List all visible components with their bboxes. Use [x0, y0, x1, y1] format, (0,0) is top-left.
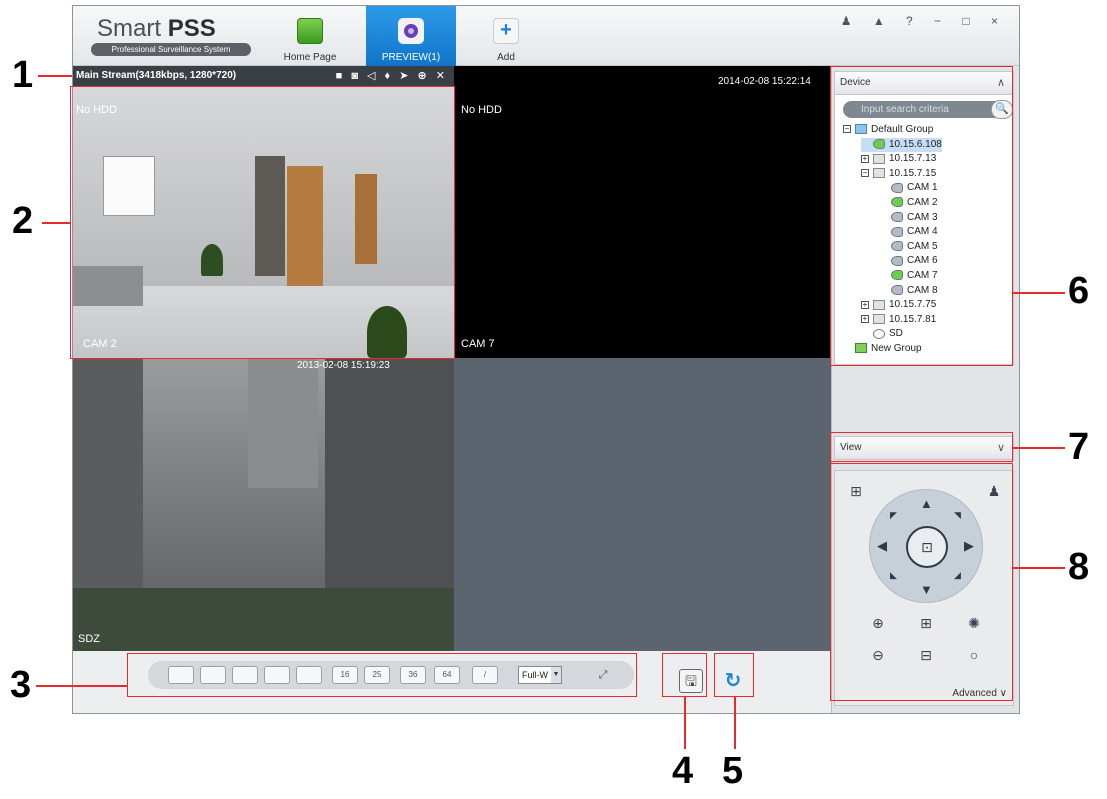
title-bar: Smart PSS Professional Surveillance Syst…: [73, 6, 1019, 66]
cell-status-text: No HDD: [461, 104, 502, 116]
callout-number: 2: [12, 200, 34, 242]
tab-preview-label: PREVIEW(1): [381, 52, 441, 63]
callout-box-6: [830, 66, 1013, 366]
tab-home-label: Home Page: [283, 52, 337, 63]
stream-toolbar-icons[interactable]: ■ ◙ ◁ ♦ ➤ ⊕ ✕: [336, 66, 448, 86]
callout-line-3: [36, 685, 128, 687]
callout-box-2: [70, 86, 455, 359]
cell-camera-name: CAM 7: [461, 338, 495, 350]
camera-lens-graphic: [404, 24, 418, 38]
trees-graphic: [73, 588, 454, 651]
tab-add-label: Add: [497, 52, 515, 63]
callout-box-7: [830, 432, 1013, 462]
app-subtitle: Professional Surveillance System: [91, 43, 251, 56]
cell-timestamp: 2014-02-08 15:22:14: [718, 76, 811, 87]
camera-lens-icon: [398, 18, 424, 44]
callout-line-6: [1013, 292, 1065, 294]
home-icon: [297, 18, 323, 44]
video-cell-cam7[interactable]: No HDD 2014-02-08 15:22:14 CAM 7: [454, 66, 831, 358]
callout-line-8: [1013, 567, 1065, 569]
brand-name-bold: PSS: [167, 15, 216, 42]
callout-line-1: [38, 75, 72, 77]
callout-number: 8: [1068, 546, 1090, 588]
tab-add[interactable]: + Add: [461, 6, 551, 66]
callout-number: 5: [722, 750, 744, 792]
cell-timestamp: 2013-02-08 15:19:23: [297, 360, 390, 371]
brand-name: Smart: [97, 15, 162, 42]
cell-camera-name: SDZ: [78, 633, 100, 645]
stream-info-text: Main Stream(3418kbps, 1280*720): [76, 70, 237, 81]
callout-number: 6: [1068, 270, 1090, 312]
callout-box-4: [662, 653, 707, 697]
video-cell-empty[interactable]: [454, 358, 831, 651]
callout-number: 1: [12, 54, 34, 96]
app-logo: Smart PSS: [97, 15, 216, 43]
callout-number: 7: [1068, 426, 1090, 468]
building-graphic: [248, 358, 318, 488]
tab-preview[interactable]: PREVIEW(1): [366, 6, 456, 66]
callout-box-3: [127, 653, 637, 697]
tab-home-page[interactable]: Home Page: [265, 6, 355, 66]
callout-box-5: [714, 653, 754, 697]
callout-box-8: [830, 463, 1013, 701]
plus-icon: +: [493, 18, 519, 44]
callout-line-5: [734, 697, 736, 749]
callout-number: 3: [10, 664, 32, 706]
callout-number: 4: [672, 750, 694, 792]
callout-line-4: [684, 697, 686, 749]
callout-line-7: [1013, 447, 1065, 449]
video-cell-sdz[interactable]: 2013-02-08 15:19:23 SDZ: [73, 358, 454, 651]
window-controls[interactable]: ♟ ▲ ? − □ ×: [841, 14, 1007, 28]
stream-info-bar: Main Stream(3418kbps, 1280*720) ■ ◙ ◁ ♦ …: [73, 66, 454, 86]
callout-line-2: [42, 222, 70, 224]
